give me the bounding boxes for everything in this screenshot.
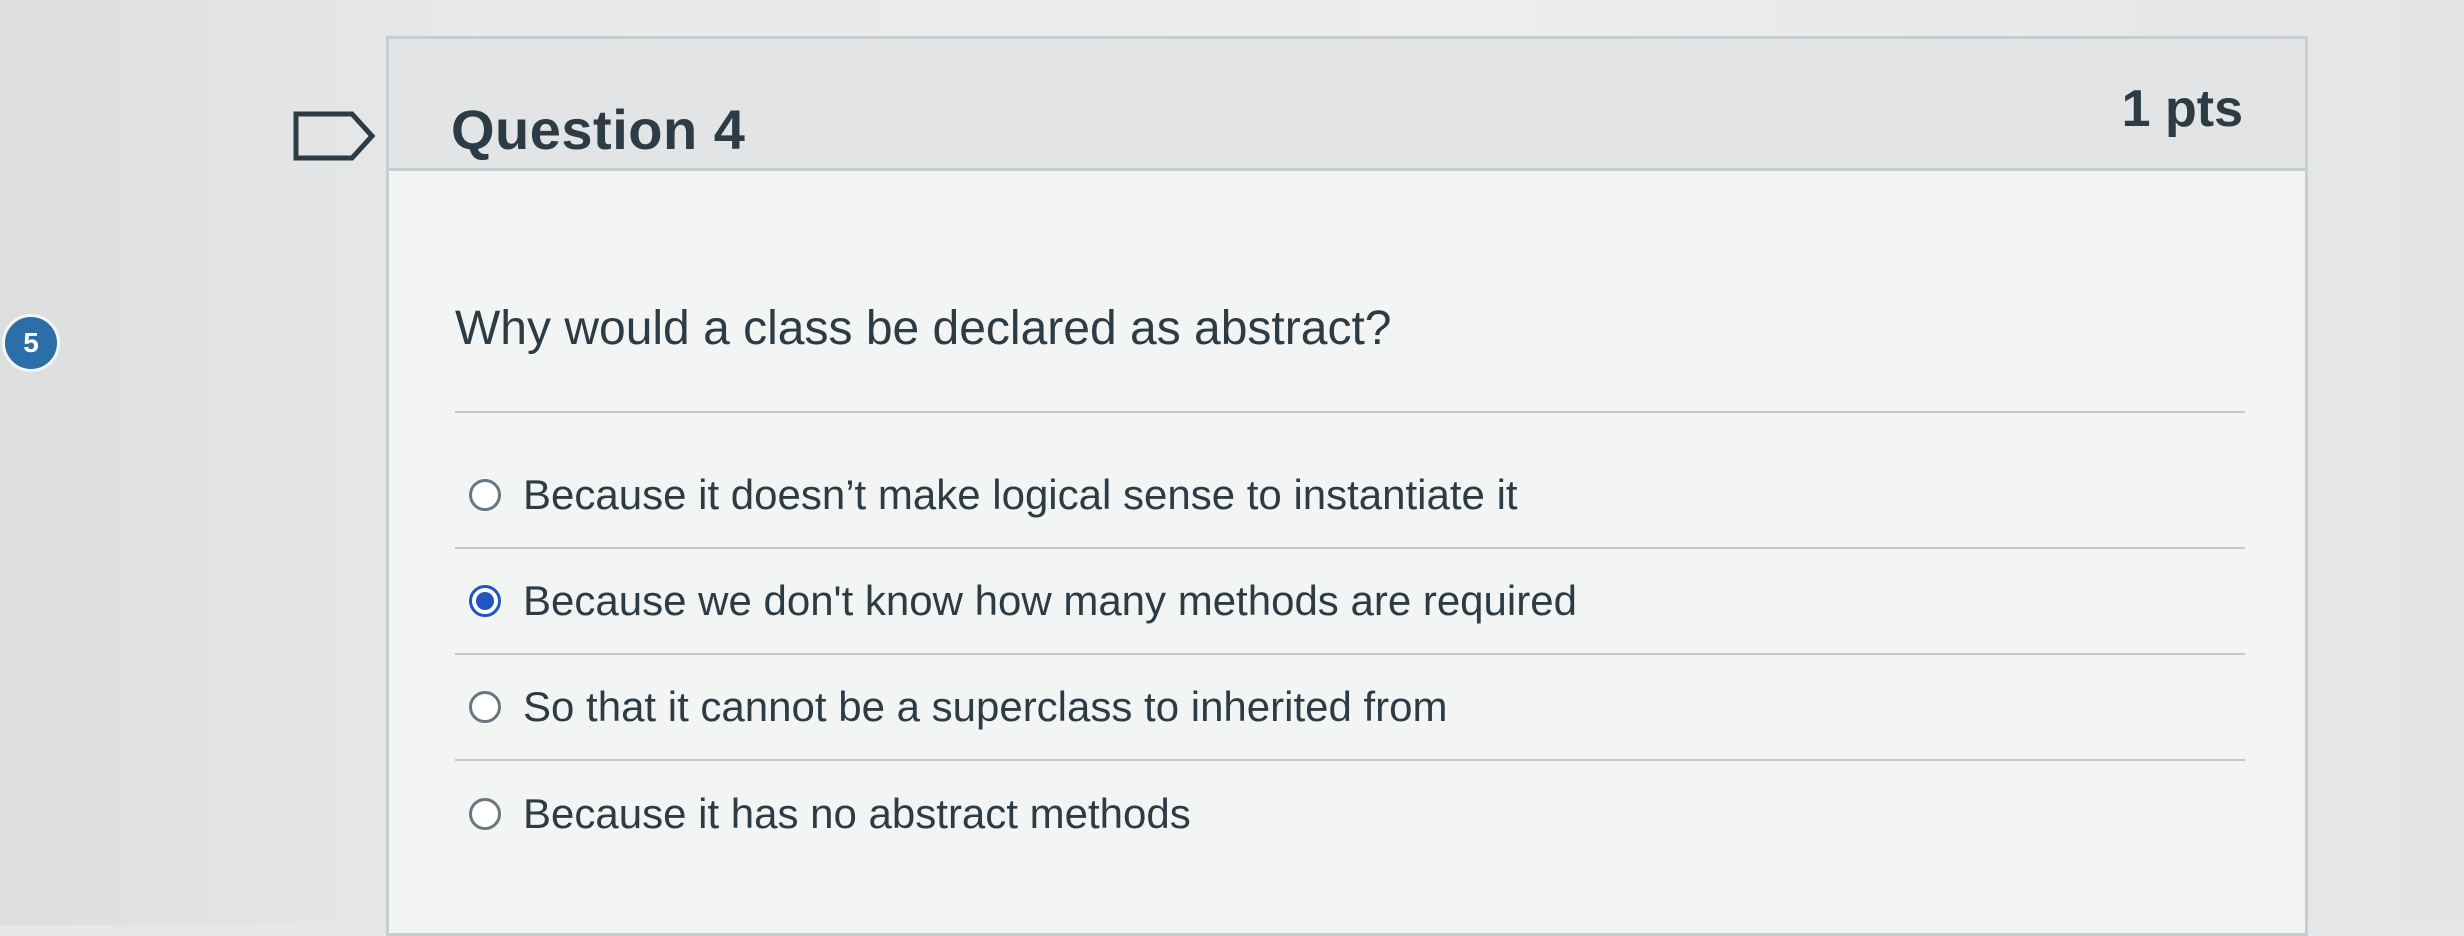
answer-label: Because it doesn’t make logical sense to… bbox=[523, 471, 1518, 518]
radio-button-selected-icon[interactable] bbox=[469, 585, 501, 617]
radio-button-icon[interactable] bbox=[469, 798, 501, 830]
question-points: 1 pts bbox=[2121, 80, 2243, 138]
answer-option-1[interactable]: Because it doesn’t make logical sense to… bbox=[455, 443, 2245, 549]
radio-button-icon[interactable] bbox=[469, 691, 501, 723]
question-number-label: 5 bbox=[23, 327, 39, 358]
answer-label: Because we don't know how many methods a… bbox=[523, 577, 1577, 624]
answer-label: Because it has no abstract methods bbox=[523, 790, 1191, 837]
question-number-badge[interactable]: 5 bbox=[2, 314, 60, 372]
divider bbox=[455, 411, 2245, 413]
answer-option-2[interactable]: Because we don't know how many methods a… bbox=[455, 549, 2245, 655]
answer-option-3[interactable]: So that it cannot be a superclass to inh… bbox=[455, 655, 2245, 761]
question-prompt: Why would a class be declared as abstrac… bbox=[455, 302, 1392, 355]
answer-option-4[interactable]: Because it has no abstract methods bbox=[455, 761, 2245, 867]
radio-button-icon[interactable] bbox=[469, 479, 501, 511]
question-title: Question 4 bbox=[451, 98, 746, 161]
quiz-page: 5 Question 4 1 pts Why would a class be … bbox=[0, 0, 2464, 936]
question-header: Question 4 1 pts bbox=[389, 39, 2305, 171]
answer-label: So that it cannot be a superclass to inh… bbox=[523, 683, 1448, 730]
question-card: Question 4 1 pts Why would a class be de… bbox=[386, 36, 2308, 936]
flag-question-icon[interactable] bbox=[290, 108, 380, 164]
